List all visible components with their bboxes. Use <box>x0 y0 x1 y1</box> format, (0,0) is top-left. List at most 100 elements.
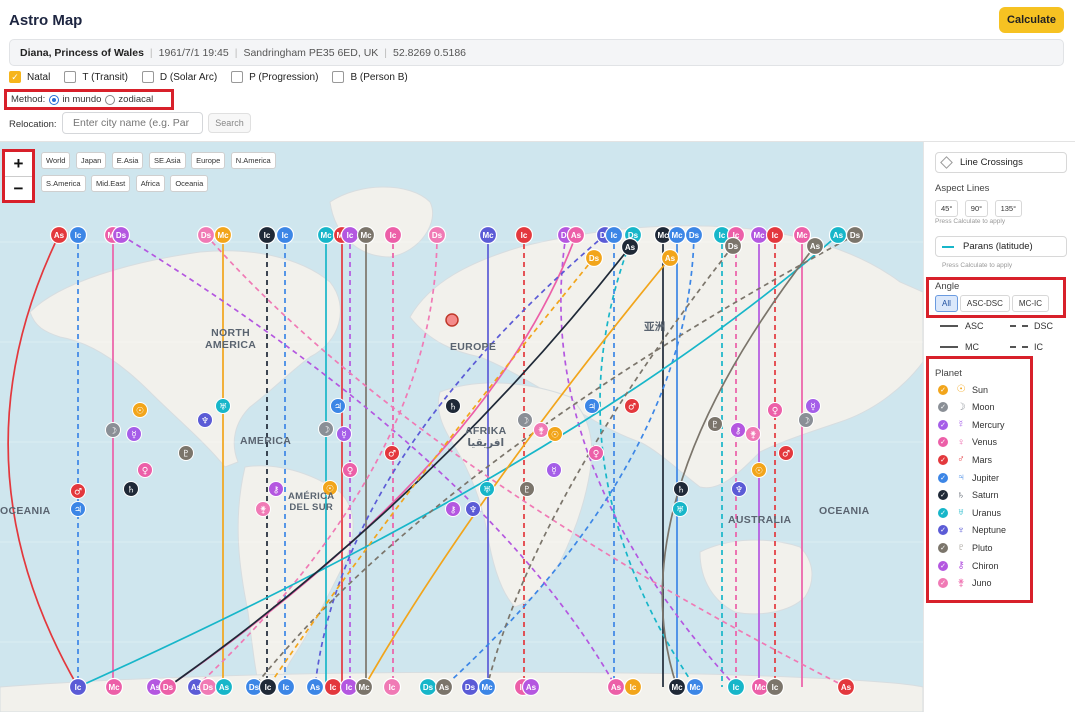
checkbox-transit[interactable]: T (Transit) <box>64 71 128 83</box>
planet-toggle-mercury[interactable]: ✓ ☿ Mercury <box>938 419 1005 430</box>
line-marker-bottom[interactable]: Mc <box>104 677 124 697</box>
line-marker-bottom[interactable]: Mc <box>667 677 687 697</box>
line-marker-bottom[interactable]: Mc <box>477 677 497 697</box>
line-marker-top[interactable]: Mc <box>356 225 376 245</box>
legend-mc-label: MC <box>965 342 979 352</box>
region-southeast-asia[interactable]: SE.Asia <box>148 152 186 169</box>
line-marker-bottom[interactable]: Ic <box>68 677 88 697</box>
aspect-45-button[interactable]: 45° <box>935 200 959 217</box>
planet-toggle-sun[interactable]: ✓ ☉ Sun <box>938 384 988 395</box>
radio-in-mundo[interactable] <box>49 94 60 105</box>
line-marker-top[interactable]: Mc <box>213 225 233 245</box>
line-marker-top[interactable]: Ds <box>845 225 865 245</box>
relocation-search-button[interactable]: Search <box>208 113 251 133</box>
line-marker-top[interactable]: Ds <box>196 225 216 245</box>
moon-symbol-icon: ☽ <box>956 401 966 413</box>
planet-toggle-saturn[interactable]: ✓ ♄ Saturn <box>938 490 999 501</box>
checkbox-person-b[interactable]: B (Person B) <box>332 71 408 83</box>
region-world[interactable]: World <box>41 152 71 169</box>
angle-asc-dsc-button[interactable]: ASC-DSC <box>959 295 1010 312</box>
line-marker-top[interactable]: As <box>828 225 848 245</box>
line-marker-top[interactable]: Ic <box>340 225 360 245</box>
line-marker-top[interactable]: As <box>566 225 586 245</box>
parans-button[interactable]: Parans (latitude) <box>935 236 1067 257</box>
line-marker-bottom[interactable]: As <box>305 677 325 697</box>
line-marker-top[interactable]: Mc <box>478 225 498 245</box>
planet-toggle-juno[interactable]: ✓ ⚵ Juno <box>938 578 992 589</box>
region-east-asia[interactable]: E.Asia <box>111 152 144 169</box>
checkbox-progression[interactable]: P (Progression) <box>231 71 318 83</box>
planet-toggle-mars[interactable]: ✓ ♂ Mars <box>938 454 992 465</box>
region-africa[interactable]: Africa <box>135 175 165 192</box>
checkbox-solar-arc[interactable]: D (Solar Arc) <box>141 71 217 83</box>
line-marker-top[interactable]: Ds <box>684 225 704 245</box>
line-marker-top[interactable]: Ic <box>68 225 88 245</box>
line-marker-top[interactable]: Ds <box>723 236 743 256</box>
angle-mc-ic-button[interactable]: MC-IC <box>1011 295 1050 312</box>
line-marker-bottom[interactable]: Ic <box>323 677 343 697</box>
line-marker-top[interactable]: As <box>660 248 680 268</box>
planet-toggle-jupiter[interactable]: ✓ ♃ Jupiter <box>938 472 999 483</box>
line-marker-bottom[interactable]: Ds <box>198 677 218 697</box>
aspect-90-button[interactable]: 90° <box>964 200 989 217</box>
zoom-out-button[interactable]: − <box>5 177 32 201</box>
checkbox-natal[interactable]: ✓ Natal <box>9 71 50 83</box>
juno-map-icon: ⚵ <box>533 422 549 438</box>
svg-text:☽: ☽ <box>521 417 529 427</box>
line-marker-top[interactable]: Ic <box>514 225 534 245</box>
line-marker-top[interactable]: Ic <box>383 225 403 245</box>
line-marker-bottom[interactable]: As <box>836 677 856 697</box>
line-marker-top[interactable]: Mc <box>667 225 687 245</box>
line-marker-top[interactable]: Ic <box>257 225 277 245</box>
line-marker-bottom[interactable]: As <box>214 677 234 697</box>
line-marker-bottom[interactable]: Ic <box>726 677 746 697</box>
line-marker-bottom[interactable]: Mc <box>685 677 705 697</box>
relocation-input[interactable] <box>62 112 203 134</box>
world-map[interactable]: AsIcMcDsDsMcIcIcMcMcIcMcIcDsMcIcDsAsDsIc… <box>0 142 923 712</box>
zoom-in-button[interactable]: + <box>5 152 32 176</box>
planet-toggle-moon[interactable]: ✓ ☽ Moon <box>938 402 995 413</box>
line-marker-bottom[interactable]: As <box>606 677 626 697</box>
line-marker-bottom[interactable]: Ic <box>623 677 643 697</box>
line-marker-top[interactable]: Ds <box>427 225 447 245</box>
line-marker-bottom[interactable]: As <box>434 677 454 697</box>
planet-toggle-pluto[interactable]: ✓ ♇ Pluto <box>938 542 993 553</box>
line-marker-top[interactable]: Mc <box>749 225 769 245</box>
line-marker-top[interactable]: Ic <box>604 225 624 245</box>
line-marker-bottom[interactable]: Ic <box>382 677 402 697</box>
calculate-button[interactable]: Calculate <box>999 7 1064 33</box>
region-middle-east[interactable]: Mid.East <box>91 175 131 192</box>
planet-toggle-venus[interactable]: ✓ ♀ Venus <box>938 437 997 448</box>
line-marker-bottom[interactable]: As <box>521 677 541 697</box>
region-europe[interactable]: Europe <box>191 152 226 169</box>
line-marker-bottom[interactable]: Ds <box>460 677 480 697</box>
line-marker-top[interactable]: Ds <box>584 248 604 268</box>
line-marker-bottom[interactable]: Ic <box>258 677 278 697</box>
line-marker-top[interactable]: Ic <box>275 225 295 245</box>
line-marker-top[interactable]: As <box>620 237 640 257</box>
region-japan[interactable]: Japan <box>75 152 107 169</box>
line-marker-bottom[interactable]: Ds <box>418 677 438 697</box>
planet-toggle-neptune[interactable]: ✓ ♆ Neptune <box>938 525 1006 536</box>
planet-toggle-uranus[interactable]: ✓ ♅ Uranus <box>938 507 1001 518</box>
line-marker-top[interactable]: As <box>49 225 69 245</box>
svg-text:Ds: Ds <box>589 254 600 263</box>
angle-all-button[interactable]: All <box>935 295 958 312</box>
line-marker-top[interactable]: Ds <box>111 225 131 245</box>
line-marker-bottom[interactable]: Ic <box>765 677 785 697</box>
planet-toggle-chiron[interactable]: ✓ ⚷ Chiron <box>938 560 999 571</box>
line-marker-bottom[interactable]: Ic <box>276 677 296 697</box>
aspect-lines-label: Aspect Lines <box>935 183 990 194</box>
region-south-america[interactable]: S.America <box>41 175 86 192</box>
aspect-135-button[interactable]: 135° <box>994 200 1023 217</box>
region-oceania[interactable]: Oceania <box>170 175 209 192</box>
line-marker-top[interactable]: Ic <box>765 225 785 245</box>
australia-land <box>699 539 813 615</box>
region-north-america[interactable]: N.America <box>230 152 276 169</box>
radio-zodiacal[interactable] <box>105 94 116 105</box>
line-marker-bottom[interactable]: Mc <box>354 677 374 697</box>
line-crossings-button[interactable]: Line Crossings <box>935 152 1067 173</box>
line-marker-bottom[interactable]: Ds <box>158 677 178 697</box>
line-marker-top[interactable]: As <box>805 236 825 256</box>
line-marker-top[interactable]: Mc <box>316 225 336 245</box>
